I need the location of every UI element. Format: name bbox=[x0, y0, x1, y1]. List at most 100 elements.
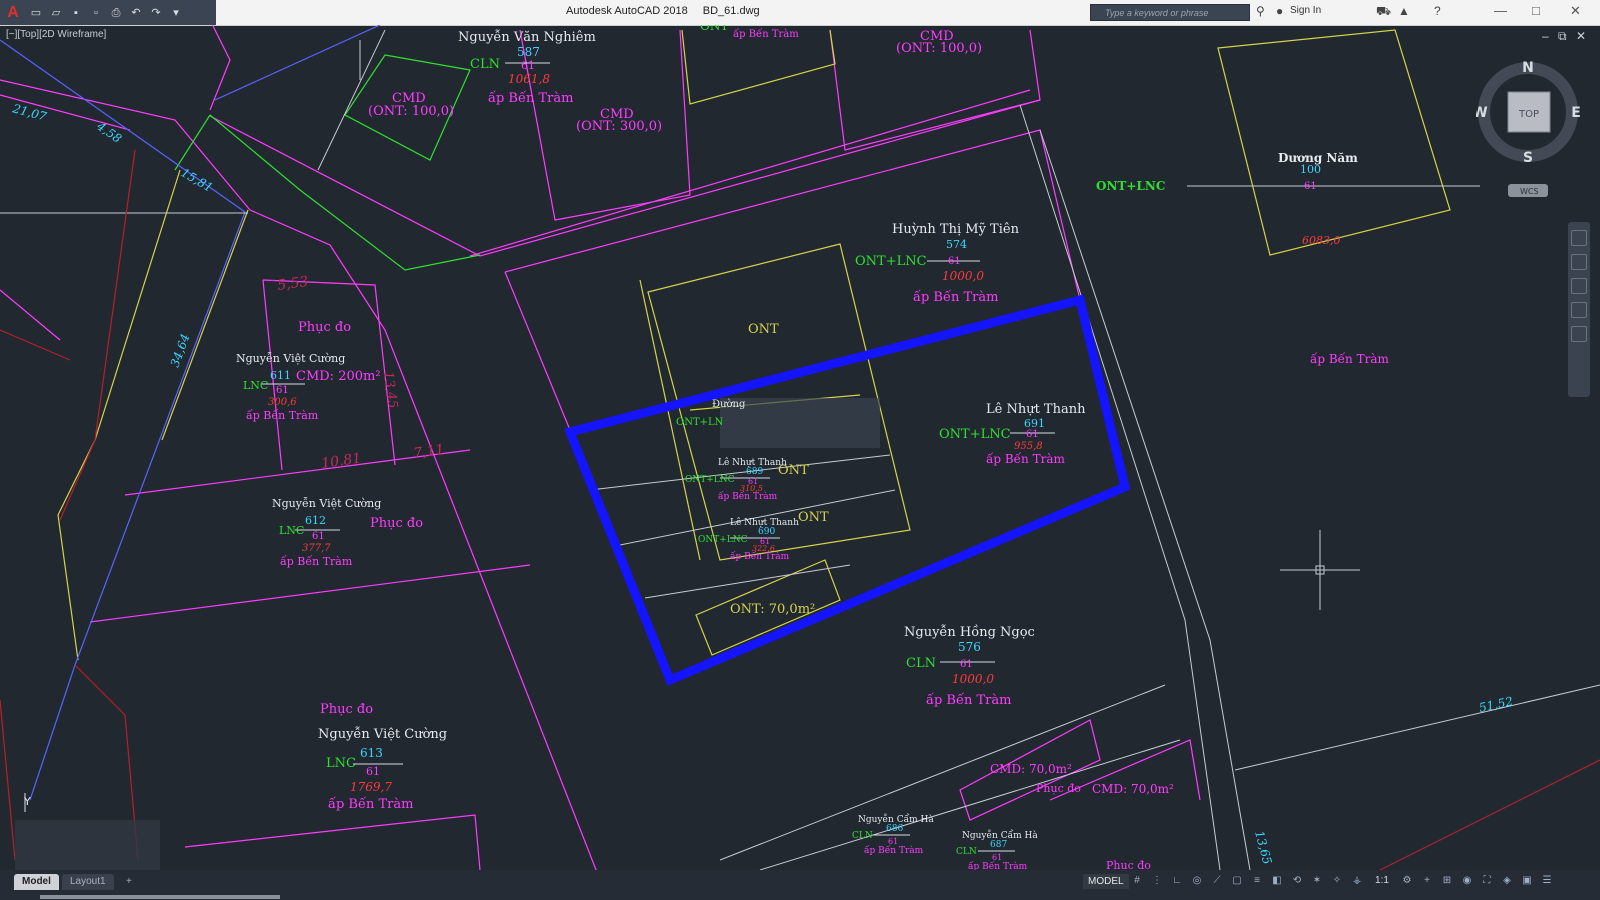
parcel-number-label: 576 bbox=[958, 640, 981, 654]
minimize-icon[interactable]: — bbox=[1494, 3, 1507, 18]
model-space-button[interactable]: MODEL bbox=[1083, 874, 1129, 889]
steering-wheel-icon[interactable] bbox=[1571, 230, 1587, 246]
save-as-icon[interactable]: ▫ bbox=[88, 5, 104, 21]
ont-label: ONT bbox=[748, 322, 779, 337]
orbit-icon[interactable] bbox=[1571, 302, 1587, 318]
lineweight-icon[interactable]: ≡ bbox=[1250, 874, 1264, 888]
maximize-icon[interactable]: □ bbox=[1532, 3, 1540, 18]
new-file-icon[interactable]: ▭ bbox=[28, 5, 44, 21]
isolate-objects-icon[interactable]: ◈ bbox=[1500, 874, 1514, 888]
print-icon[interactable]: ⎙ bbox=[108, 5, 124, 21]
wcs-label: WCS bbox=[1520, 187, 1539, 196]
cart-icon[interactable]: ⛟ bbox=[1376, 4, 1391, 20]
dimension-label: 15,81 bbox=[179, 165, 216, 194]
parcel-number-label: 612 bbox=[305, 514, 326, 527]
lock-ui-icon[interactable]: ⛶ bbox=[1480, 874, 1494, 888]
customize-toolbar-icon[interactable]: ▾ bbox=[168, 5, 184, 21]
add-layout-button[interactable]: + bbox=[118, 874, 140, 890]
land-code-label: ONT+LNC bbox=[698, 535, 748, 545]
owner-label: Nguyễn Văn Nghiêm bbox=[458, 29, 596, 45]
selection-cycling-icon[interactable]: ⟲ bbox=[1290, 874, 1304, 888]
area-label: 955,8 bbox=[1014, 441, 1043, 452]
sign-in-button[interactable]: Sign In bbox=[1290, 5, 1321, 16]
object-snap-icon[interactable]: ▢ bbox=[1230, 874, 1244, 888]
phuc-do-label: Phục đo bbox=[320, 702, 373, 717]
parcel-number-label: 687 bbox=[990, 840, 1007, 850]
redo-icon[interactable]: ↷ bbox=[148, 5, 164, 21]
annotation-scale-icon[interactable]: ⚶ bbox=[1350, 874, 1364, 888]
compass-east-label: E bbox=[1571, 105, 1581, 121]
workspace-gear-icon[interactable]: ⚙ bbox=[1400, 874, 1414, 888]
parcel-number-label: 611 bbox=[270, 369, 291, 382]
parcel-687[interactable]: Nguyễn Cẩm Hà 687 CLN 61 ấp Bến Tràm bbox=[956, 829, 1038, 870]
parcel-number-label: 613 bbox=[360, 746, 383, 760]
area-label: 1769,7 bbox=[350, 780, 392, 794]
parcel-691[interactable]: Lê Nhựt Thanh 691 ONT+LNC 61 955,8 ấp Bế… bbox=[939, 402, 1086, 466]
parcel-689[interactable]: Lê Nhựt Thanh 689 ONT+LNC 61 310,5 ấp Bế… bbox=[685, 457, 787, 502]
parcel-574[interactable]: Huỳnh Thị Mỹ Tiên 574 ONT+LNC 61 1000,0 … bbox=[855, 222, 1020, 305]
pan-icon[interactable] bbox=[1571, 254, 1587, 270]
sheet-number-label: 61 bbox=[960, 659, 973, 670]
user-icon[interactable]: ● bbox=[1276, 4, 1283, 18]
land-code-label: ONT+LNC bbox=[939, 427, 1011, 442]
owner-label: Nguyễn Việt Cường bbox=[236, 352, 345, 365]
place-label: ấp Bến Tràm bbox=[913, 289, 998, 305]
land-code-label: CLN bbox=[906, 656, 936, 671]
parcel-number-label: 100 bbox=[1300, 163, 1321, 176]
parcel-576[interactable]: Nguyễn Hồng Ngọc 576 CLN 61 1000,0 ấp Bế… bbox=[904, 624, 1035, 708]
area-label: 1000,0 bbox=[952, 672, 994, 686]
drawing-canvas[interactable]: Y 21,07 4,58 15,81 34,64 5,53 13,45 10,8… bbox=[0, 25, 1600, 870]
save-icon[interactable]: ▪ bbox=[68, 5, 84, 21]
ortho-icon[interactable]: ∟ bbox=[1170, 874, 1184, 888]
grid-icon[interactable]: # bbox=[1130, 874, 1144, 888]
land-code-label: ONT+LN bbox=[676, 417, 724, 428]
place-label: ấp Bến Tràm bbox=[488, 90, 573, 106]
snap-icon[interactable]: ⋮ bbox=[1150, 874, 1164, 888]
annotation-monitor-icon[interactable]: + bbox=[1420, 874, 1434, 888]
viewcube-top-label: TOP bbox=[1518, 109, 1539, 120]
parcel-587[interactable]: Nguyễn Văn Nghiêm CLN 587 61 1061,8 ấp B… bbox=[458, 29, 596, 106]
transparency-icon[interactable]: ◧ bbox=[1270, 874, 1284, 888]
owner-label: Nguyễn Việt Cường bbox=[318, 726, 447, 742]
customization-icon[interactable]: ☰ bbox=[1540, 874, 1554, 888]
sheet-number-label: 61 bbox=[1304, 181, 1317, 192]
phuc-do-label: Phục đo bbox=[1036, 782, 1081, 795]
parcel-613[interactable]: Nguyễn Việt Cường 613 LNC 61 1769,7 ấp B… bbox=[318, 726, 447, 812]
zoom-extents-icon[interactable] bbox=[1571, 278, 1587, 294]
tab-layout1[interactable]: Layout1 bbox=[62, 874, 114, 890]
parcel-number-label: 587 bbox=[517, 45, 540, 59]
showmotion-icon[interactable] bbox=[1571, 326, 1587, 342]
ucs-y-label: Y bbox=[23, 795, 31, 808]
isodraft-icon[interactable]: ⟋ bbox=[1210, 874, 1224, 888]
hardware-acceleration-icon[interactable]: ▣ bbox=[1520, 874, 1534, 888]
cmd-ont-label: (ONT: 100,0) bbox=[368, 104, 454, 119]
quick-properties-icon[interactable]: ◉ bbox=[1460, 874, 1474, 888]
units-icon[interactable]: ⊞ bbox=[1440, 874, 1454, 888]
close-icon[interactable]: ✕ bbox=[1570, 3, 1581, 19]
parcel-690[interactable]: Lê Nhựt Thanh 690 ONT+LNC 61 322,6 ấp Bế… bbox=[698, 517, 799, 562]
horizontal-scrollbar[interactable] bbox=[40, 895, 280, 899]
app-title: Autodesk AutoCAD 2018 bbox=[566, 5, 688, 17]
autoscale-icon[interactable]: ✧ bbox=[1330, 874, 1344, 888]
binoculars-icon[interactable]: ⚲ bbox=[1256, 4, 1265, 18]
cmd-area-label: CMD: 70,0m² bbox=[990, 762, 1072, 776]
undo-icon[interactable]: ↶ bbox=[128, 5, 144, 21]
scale-value[interactable]: 1:1 bbox=[1370, 874, 1394, 888]
navigation-bar bbox=[1568, 222, 1590, 397]
search-input[interactable]: Type a keyword or phrase bbox=[1090, 4, 1250, 21]
autocad-logo-icon[interactable]: A bbox=[4, 4, 22, 22]
polar-icon[interactable]: ◎ bbox=[1190, 874, 1204, 888]
parcel-100[interactable]: Dương Năm 100 ONT+LNC 61 6083,0 bbox=[1096, 151, 1358, 247]
open-file-icon[interactable]: ▱ bbox=[48, 5, 64, 21]
land-code-label: CLN bbox=[470, 57, 500, 72]
viewcube[interactable]: TOP N S E W WCS bbox=[1476, 60, 1586, 210]
place-label: ấp Bến Tràm bbox=[1310, 351, 1389, 366]
place-label: ấp Bến Tràm bbox=[926, 692, 1011, 708]
parcel-612[interactable]: Nguyễn Việt Cường 612 LNC 61 377,7 ấp Bế… bbox=[272, 497, 381, 568]
annotation-visibility-icon[interactable]: ✶ bbox=[1310, 874, 1324, 888]
parcel-611[interactable]: Nguyễn Việt Cường 611 LNC 61 300,6 ấp Bế… bbox=[236, 352, 381, 422]
tab-model[interactable]: Model bbox=[14, 874, 59, 890]
autodesk-exchange-icon[interactable]: ▲ bbox=[1398, 4, 1410, 18]
compass-south-label: S bbox=[1523, 150, 1533, 166]
help-icon[interactable]: ? bbox=[1434, 4, 1441, 18]
